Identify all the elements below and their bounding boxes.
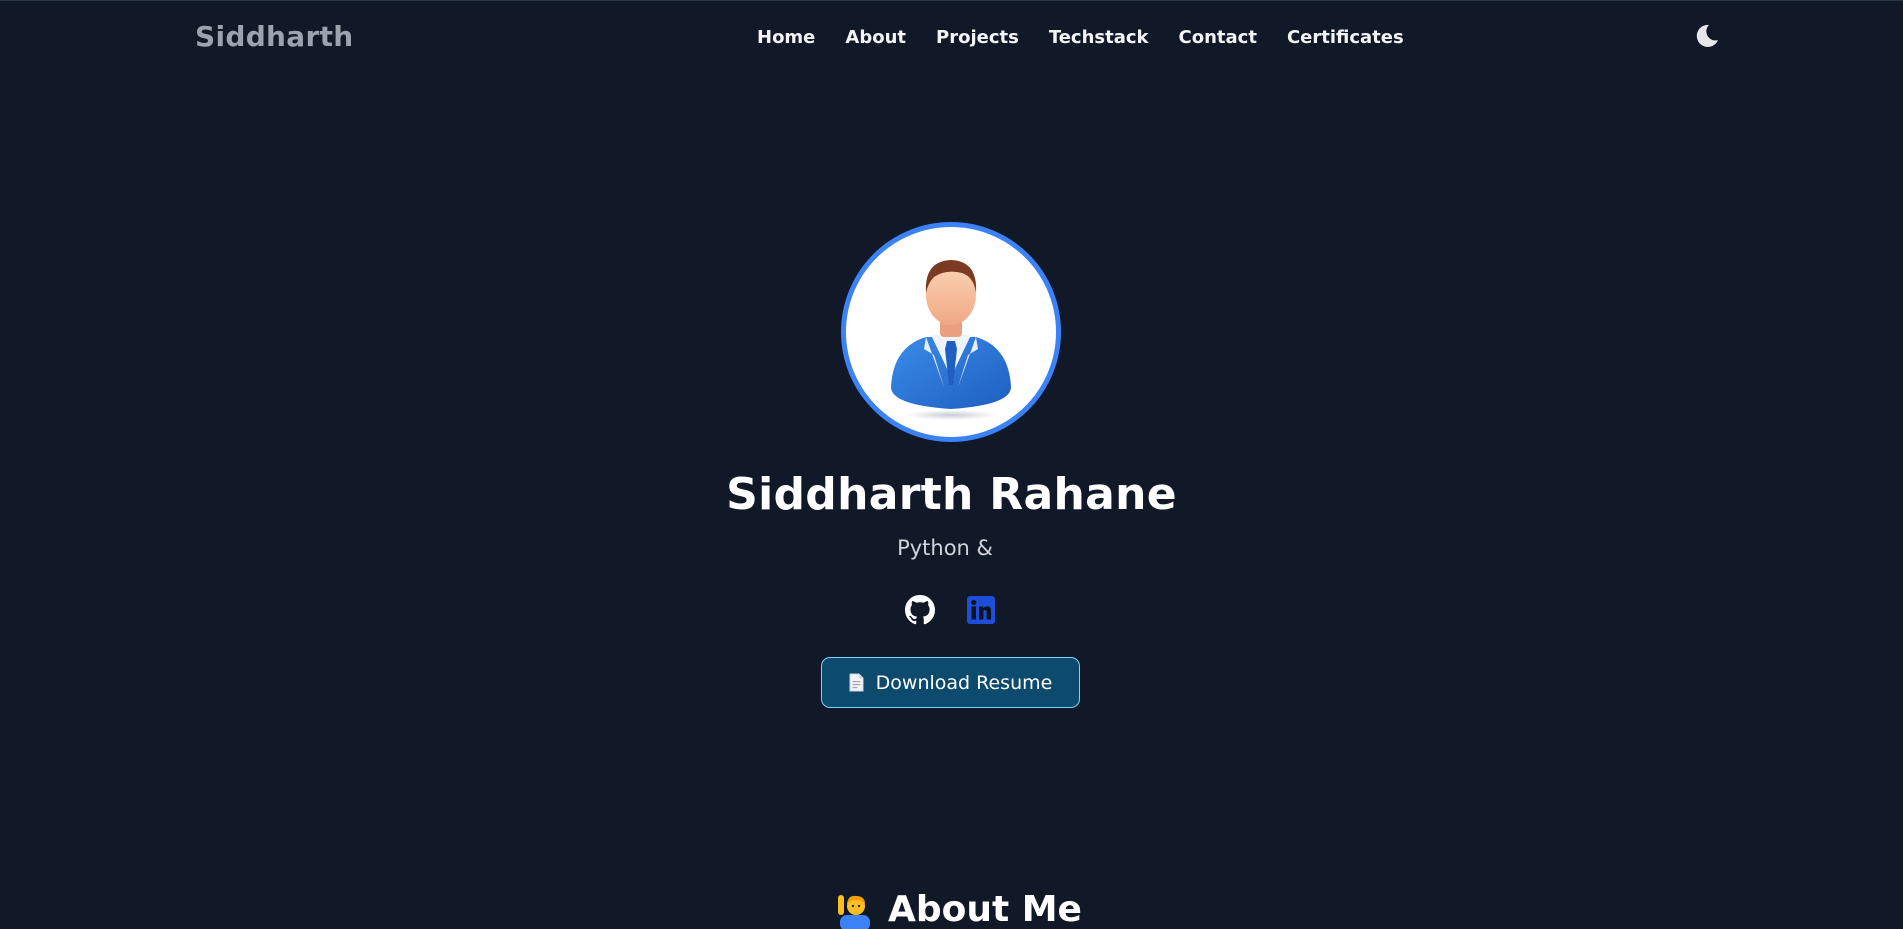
nav-link-home[interactable]: Home (757, 27, 815, 48)
nav-link-techstack[interactable]: Techstack (1049, 27, 1149, 48)
about-title: About Me (888, 889, 1082, 929)
profile-avatar (841, 222, 1061, 442)
hero-name: Siddharth Rahane (726, 469, 1177, 520)
brand-logo[interactable]: Siddharth (195, 20, 354, 53)
document-icon (849, 673, 864, 692)
social-links (905, 595, 996, 625)
download-resume-button[interactable]: Download Resume (821, 657, 1080, 708)
github-icon[interactable] (905, 595, 935, 625)
download-resume-label: Download Resume (875, 671, 1053, 694)
nav-link-contact[interactable]: Contact (1179, 27, 1257, 48)
nav-link-about[interactable]: About (845, 27, 906, 48)
linkedin-icon[interactable] (966, 595, 996, 625)
nav-links: Home About Projects Techstack Contact Ce… (757, 27, 1404, 48)
about-heading: About Me (836, 889, 1082, 929)
nav-link-certificates[interactable]: Certificates (1287, 27, 1404, 48)
person-raising-hand-icon (836, 891, 874, 929)
hero-role: Python & (897, 536, 993, 560)
businessman-avatar-icon (891, 260, 1011, 420)
navbar: Siddharth Home About Projects Techstack … (0, 1, 1903, 75)
portfolio-page: Siddharth Home About Projects Techstack … (0, 0, 1903, 929)
nav-link-projects[interactable]: Projects (936, 27, 1019, 48)
moon-icon[interactable] (1694, 23, 1720, 49)
